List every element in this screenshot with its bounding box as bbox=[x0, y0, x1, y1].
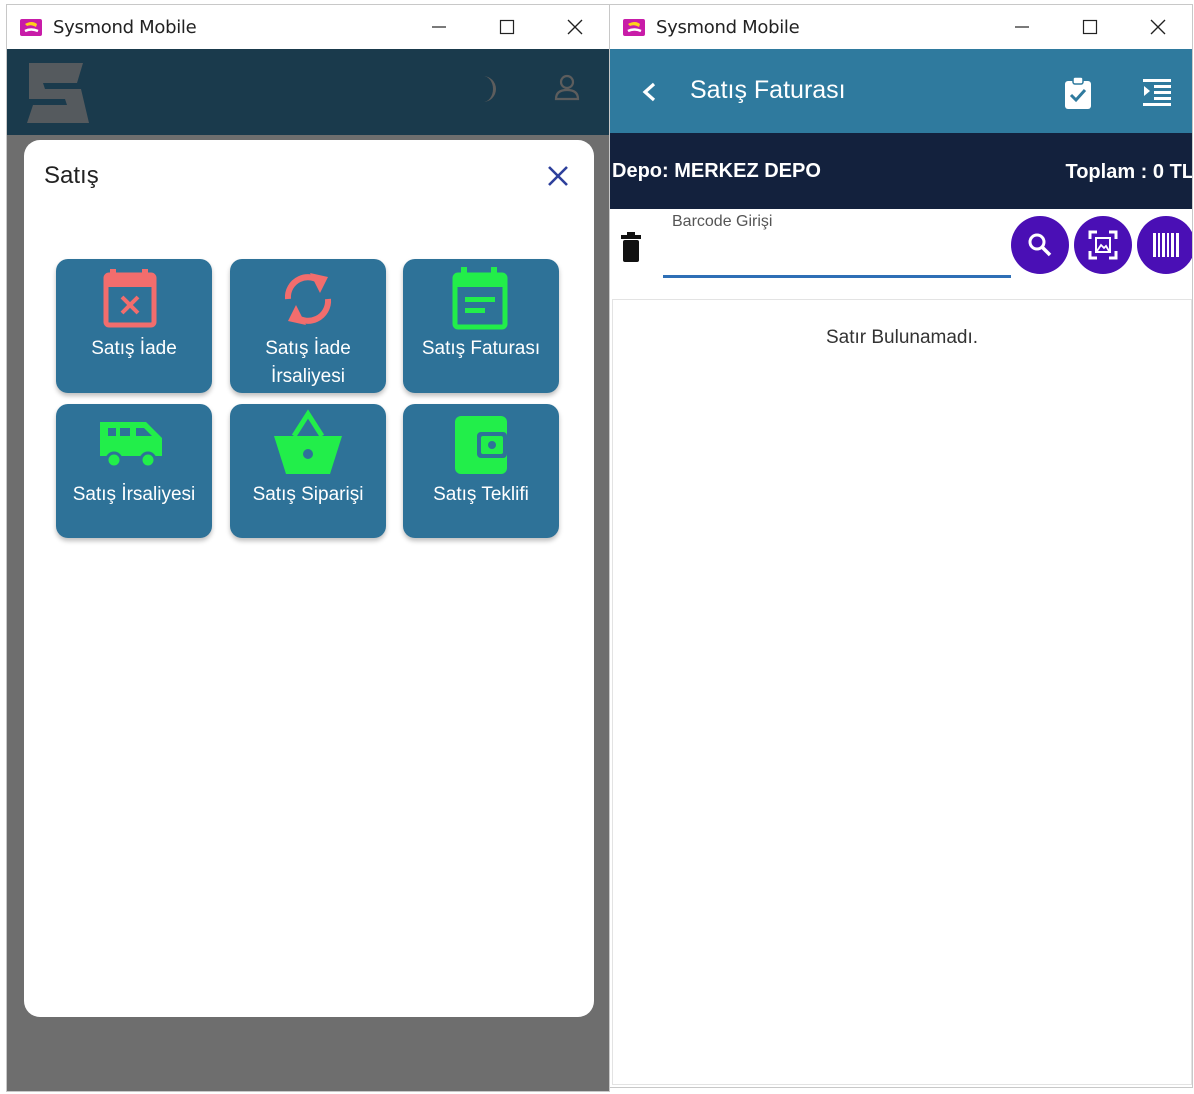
image-frame-icon bbox=[1088, 230, 1118, 260]
trash-icon[interactable] bbox=[620, 232, 642, 262]
maximize-button[interactable] bbox=[473, 5, 541, 49]
tile-label: Satış İade bbox=[91, 338, 177, 359]
total-label: Toplam : 0 TL bbox=[1065, 161, 1193, 183]
left-window: Sysmond Mobile Satış Satış İade Satış İa… bbox=[6, 4, 610, 1092]
sync-icon bbox=[284, 273, 332, 325]
left-app-area: Satış Satış İade Satış İade İrsaliyesi S… bbox=[7, 49, 609, 1091]
tile-label: Satış Siparişi bbox=[252, 484, 364, 505]
window-title: Sysmond Mobile bbox=[53, 16, 197, 38]
tile-satis-teklifi[interactable]: Satış Teklifi bbox=[403, 404, 559, 538]
close-icon bbox=[567, 19, 583, 35]
brand-logo-icon bbox=[27, 63, 89, 123]
satis-modal: Satış Satış İade Satış İade İrsaliyesi S… bbox=[24, 140, 594, 1017]
tile-label: Satış İrsaliyesi bbox=[72, 484, 196, 505]
search-button[interactable] bbox=[1011, 216, 1069, 274]
minimize-icon bbox=[1015, 26, 1029, 28]
page-title: Satış Faturası bbox=[690, 76, 846, 104]
app-header bbox=[7, 49, 609, 135]
dark-mode-toggle-icon[interactable] bbox=[473, 73, 505, 105]
close-window-button[interactable] bbox=[1124, 5, 1192, 49]
calendar-note-icon bbox=[452, 267, 508, 330]
clipboard-check-icon[interactable] bbox=[1063, 77, 1093, 109]
depot-info-bar: Depo: MERKEZ DEPO Toplam : 0 TL bbox=[610, 133, 1193, 209]
back-arrow-icon[interactable] bbox=[640, 81, 660, 103]
search-icon bbox=[1028, 233, 1052, 257]
van-icon bbox=[100, 422, 162, 469]
maximize-icon bbox=[499, 19, 515, 35]
empty-list-message: Satır Bulunamadı. bbox=[825, 327, 979, 348]
user-profile-icon[interactable] bbox=[552, 73, 582, 103]
minimize-button[interactable] bbox=[405, 5, 473, 49]
minimize-button[interactable] bbox=[988, 5, 1056, 49]
invoice-header: Satış Faturası bbox=[610, 49, 1192, 133]
close-modal-icon[interactable] bbox=[544, 162, 572, 190]
calendar-x-icon bbox=[103, 269, 157, 328]
minimize-icon bbox=[432, 26, 446, 28]
line-items-list: Satır Bulunamadı. bbox=[612, 299, 1192, 1085]
tile-satis-iade-irsaliyesi[interactable]: Satış İade İrsaliyesi bbox=[230, 259, 386, 393]
indent-list-icon[interactable] bbox=[1142, 77, 1172, 107]
window-title: Sysmond Mobile bbox=[656, 16, 800, 38]
right-titlebar: Sysmond Mobile bbox=[610, 5, 1192, 49]
left-titlebar: Sysmond Mobile bbox=[7, 5, 609, 49]
tile-satis-siparisi[interactable]: Satış Siparişi bbox=[230, 404, 386, 538]
maximize-icon bbox=[1082, 19, 1098, 35]
depot-label: Depo: MERKEZ DEPO bbox=[612, 160, 821, 182]
barcode-field-label: Barcode Girişi bbox=[672, 213, 773, 230]
app-logo-icon bbox=[20, 19, 42, 36]
tile-label: Satış Teklifi bbox=[433, 484, 529, 505]
wallet-icon bbox=[455, 416, 507, 474]
tile-label: Satış Faturası bbox=[421, 338, 541, 359]
barcode-icon bbox=[1153, 233, 1179, 257]
right-app-area: Satış Faturası Depo: MERKEZ DEPO Toplam … bbox=[610, 49, 1193, 1087]
image-scan-button[interactable] bbox=[1074, 216, 1132, 274]
maximize-button[interactable] bbox=[1056, 5, 1124, 49]
tile-label: Satış İade İrsaliyesi bbox=[265, 338, 351, 387]
window-controls bbox=[988, 5, 1192, 49]
close-icon bbox=[1150, 19, 1166, 35]
basket-icon bbox=[274, 409, 342, 474]
tile-satis-irsaliyesi[interactable]: Satış İrsaliyesi bbox=[56, 404, 212, 538]
modal-title: Satış bbox=[44, 162, 99, 189]
barcode-scan-button[interactable] bbox=[1137, 216, 1192, 274]
window-controls bbox=[405, 5, 609, 49]
tile-satis-faturasi[interactable]: Satış Faturası bbox=[403, 259, 559, 393]
right-window: Sysmond Mobile Satış Faturası Depo: MERK… bbox=[609, 4, 1193, 1088]
close-window-button[interactable] bbox=[541, 5, 609, 49]
tile-satis-iade[interactable]: Satış İade bbox=[56, 259, 212, 393]
barcode-input[interactable] bbox=[663, 232, 1011, 278]
app-logo-icon bbox=[623, 19, 645, 36]
